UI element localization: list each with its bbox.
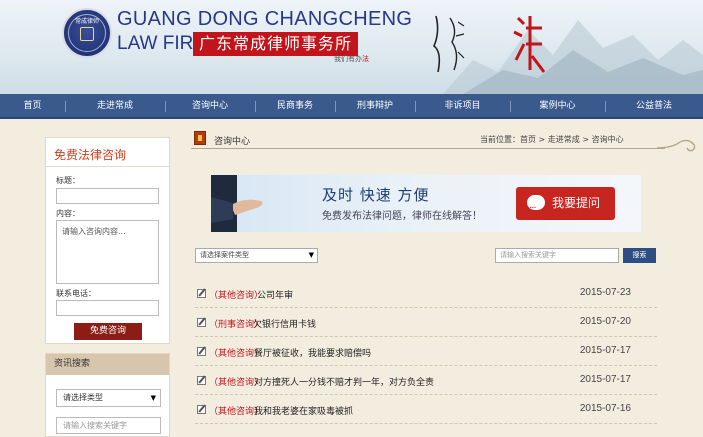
ask-question-label: 我要提问	[552, 196, 601, 210]
list-item-date: 2015-07-17	[579, 374, 631, 385]
chevron-down-icon: ▼	[150, 394, 156, 402]
nav-item-5[interactable]: 非诉项目	[415, 94, 510, 119]
header-rule	[191, 148, 665, 149]
handshake-image	[211, 175, 263, 232]
nav-item-2[interactable]: 咨询中心	[165, 94, 255, 119]
case-type-select[interactable]: 请选择案件类型 ▼	[195, 248, 318, 263]
case-type-select-value: 请选择案件类型	[200, 251, 249, 259]
list-item-title[interactable]: 欠银行信用卡钱	[253, 317, 316, 330]
nav-item-7[interactable]: 公益普法	[605, 94, 703, 119]
phone-label: 联系电话：	[56, 289, 96, 298]
list-item-date: 2015-07-16	[579, 403, 631, 414]
brand-name-en-line1: GUANG DONG CHANGCHENG	[117, 8, 413, 30]
section-header: 咨询中心 当前位置：首页 > 走进常成 > 咨询中心	[191, 128, 703, 152]
banner-headline: 及时 快速 方便	[322, 186, 430, 204]
keyword-search-input[interactable]: 请输入搜索关键字	[495, 248, 619, 263]
main-nav: 首页 走进常成 咨询中心 民商事务 刑事辩护 非诉项目 案例中心 公益普法	[0, 94, 703, 119]
brand-name-cn: 广东常成律师事务所	[193, 32, 359, 56]
chat-bubble-icon	[527, 192, 545, 225]
nav-item-0[interactable]: 首页	[0, 94, 65, 119]
edit-icon	[197, 347, 206, 356]
logo-text: 常成律师	[74, 18, 99, 25]
ask-question-banner[interactable]: 及时 快速 方便 免费发布法律问题，律师在线解答！ 我要提问	[211, 175, 641, 232]
list-item-title[interactable]: 我和我老婆在家吸毒被抓	[254, 404, 353, 417]
firm-logo[interactable]: 常成律师	[62, 8, 112, 58]
list-item[interactable]: （其他咨询） 公司年审 2015-07-23	[195, 279, 657, 308]
nav-item-1[interactable]: 走进常成	[65, 94, 165, 119]
consult-panel-title: 免费法律咨询	[54, 148, 127, 162]
book-icon	[194, 131, 206, 145]
chevron-down-icon: ▼	[308, 251, 314, 259]
search-button[interactable]: 搜索	[623, 248, 656, 263]
title-label: 标题：	[56, 176, 80, 185]
list-item-category[interactable]: （其他咨询）	[209, 288, 263, 301]
list-item[interactable]: （其他咨询） 餐厅被征收，我能要求赔偿吗 2015-07-17	[195, 337, 657, 366]
consultation-list: （其他咨询） 公司年审 2015-07-23 （刑事咨询） 欠银行信用卡钱 2015-07…	[195, 279, 657, 424]
edit-icon	[197, 376, 206, 385]
nav-item-3[interactable]: 民商事务	[255, 94, 335, 119]
section-title: 咨询中心	[214, 137, 251, 147]
content-label: 内容：	[56, 209, 80, 218]
nav-item-4[interactable]: 刑事辩护	[335, 94, 415, 119]
free-consult-panel: 免费法律咨询 标题： 内容： 请输入咨询内容... 联系电话： 免费咨询	[45, 137, 170, 344]
banner-subline: 免费发布法律问题，律师在线解答！	[322, 211, 482, 222]
info-type-select[interactable]: 请选择类型 ▼	[56, 389, 161, 407]
list-item-date: 2015-07-20	[579, 316, 631, 327]
list-item[interactable]: （其他咨询） 对方撞死人一分钱不赔才判一年，对方负全责 2015-07-17	[195, 366, 657, 395]
slogan-prefix: 我们有办	[334, 55, 362, 63]
calligraphy-image	[433, 15, 465, 73]
info-search-panel: 资讯搜索 请选择类型 ▼ 请输入搜索关键字	[45, 353, 170, 437]
info-search-title: 资讯搜索	[46, 354, 169, 375]
slogan-emph: 法	[362, 55, 369, 63]
list-item[interactable]: （其他咨询） 我和我老婆在家吸毒被抓 2015-07-16	[195, 395, 657, 424]
title-input[interactable]	[56, 188, 159, 204]
edit-icon	[197, 289, 206, 298]
info-type-select-value: 请选择类型	[63, 393, 103, 402]
ornament-swirl-icon	[656, 139, 696, 152]
info-keyword-input[interactable]: 请输入搜索关键字	[56, 417, 161, 434]
divider	[46, 166, 169, 167]
nav-item-6[interactable]: 案例中心	[510, 94, 605, 119]
list-item-title[interactable]: 对方撞死人一分钱不赔才判一年，对方负全责	[254, 375, 434, 388]
list-item-title[interactable]: 公司年审	[257, 288, 293, 301]
slogan: 我们有办法	[334, 54, 369, 64]
main-content: 咨询中心 当前位置：首页 > 走进常成 > 咨询中心 及时 快速 方便 免费发布…	[191, 128, 703, 437]
ask-question-button[interactable]: 我要提问	[516, 187, 615, 225]
list-item[interactable]: （刑事咨询） 欠银行信用卡钱 2015-07-20	[195, 308, 657, 337]
site-header: 常成律师 GUANG DONG CHANGCHENG LAW FIRM 广东常成…	[0, 0, 703, 94]
breadcrumb[interactable]: 当前位置：首页 > 走进常成 > 咨询中心	[480, 134, 624, 145]
free-consult-button[interactable]: 免费咨询	[74, 323, 142, 340]
mountain-landscape-image	[443, 20, 703, 94]
list-item-title[interactable]: 餐厅被征收，我能要求赔偿吗	[254, 346, 371, 359]
edit-icon	[197, 405, 206, 414]
content-textarea[interactable]: 请输入咨询内容...	[56, 220, 159, 284]
list-item-date: 2015-07-17	[579, 345, 631, 356]
law-character-image	[513, 16, 546, 73]
edit-icon	[197, 318, 206, 327]
list-item-date: 2015-07-23	[579, 287, 631, 298]
scale-icon	[80, 27, 94, 41]
phone-input[interactable]	[56, 300, 159, 316]
